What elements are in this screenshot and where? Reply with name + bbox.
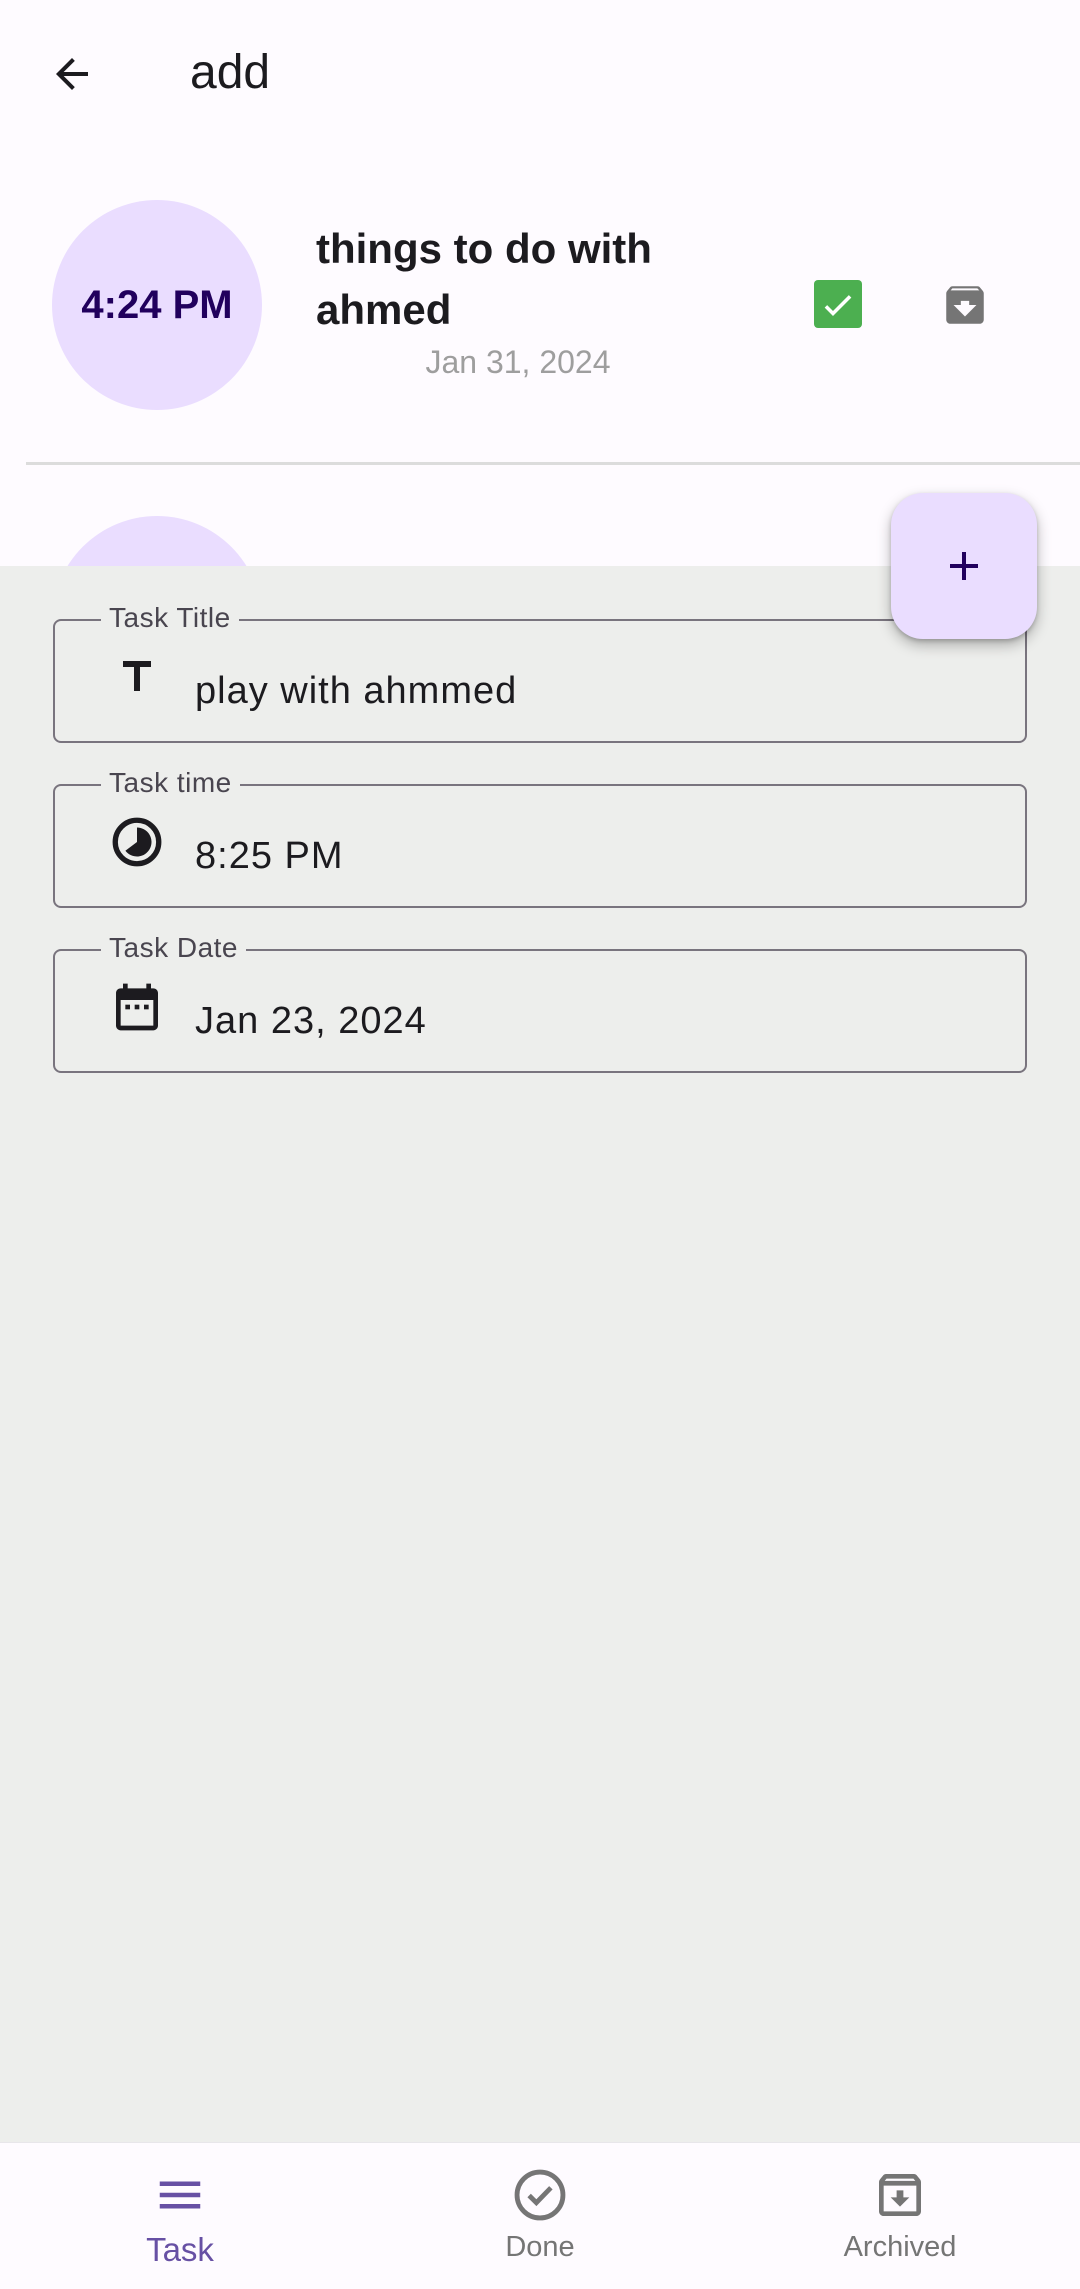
check-circle-icon <box>510 2165 570 2225</box>
app-bar: add <box>0 0 1080 146</box>
nav-tab-task[interactable]: Task <box>0 2143 360 2289</box>
menu-icon <box>150 2165 210 2225</box>
title-icon <box>107 647 167 707</box>
arrow-back-icon <box>56 58 88 90</box>
check-box-icon <box>824 295 852 316</box>
task-time: 4:24 PM <box>81 282 233 327</box>
calendar-icon <box>107 977 167 1037</box>
task-time-input[interactable] <box>195 834 975 878</box>
task-title-label: Task Title <box>101 602 239 634</box>
archive-icon <box>946 286 984 324</box>
task-item[interactable]: 4:24 PM things to do with ahmed Jan 31, … <box>0 146 1080 465</box>
nav-tab-archived[interactable]: Archived <box>720 2143 1080 2289</box>
task-time-field[interactable]: Task time <box>53 767 1027 908</box>
nav-label-archived: Archived <box>843 2231 957 2263</box>
archive-button[interactable] <box>940 280 990 330</box>
task-title: things to do with ahmed <box>316 225 652 333</box>
back-button[interactable] <box>30 32 114 116</box>
mark-done-button[interactable] <box>814 280 862 328</box>
task-time-label: Task time <box>101 767 240 799</box>
task-title-input[interactable] <box>195 669 975 713</box>
task-title-field[interactable]: Task Title <box>53 602 1027 743</box>
nav-label-done: Done <box>505 2231 575 2263</box>
task-date-label: Task Date <box>101 932 246 964</box>
add-icon <box>950 552 978 580</box>
clock-icon <box>107 812 167 872</box>
nav-label-task: Task <box>146 2231 214 2268</box>
task-date-input[interactable] <box>195 999 975 1043</box>
task-time-avatar: 4:24 PM <box>52 200 262 410</box>
add-task-sheet: Task Title Task time Task Date <box>0 566 1080 2142</box>
nav-tab-done[interactable]: Done <box>360 2143 720 2289</box>
list-divider <box>26 462 1080 465</box>
add-task-fab[interactable] <box>891 493 1037 639</box>
bottom-navigation: Task Done Archived <box>0 2142 1080 2289</box>
task-date: Jan 31, 2024 <box>425 344 611 380</box>
task-time-avatar <box>52 516 262 566</box>
task-date-field[interactable]: Task Date <box>53 932 1027 1073</box>
page-title: add <box>190 46 271 99</box>
archive-icon <box>870 2165 930 2225</box>
